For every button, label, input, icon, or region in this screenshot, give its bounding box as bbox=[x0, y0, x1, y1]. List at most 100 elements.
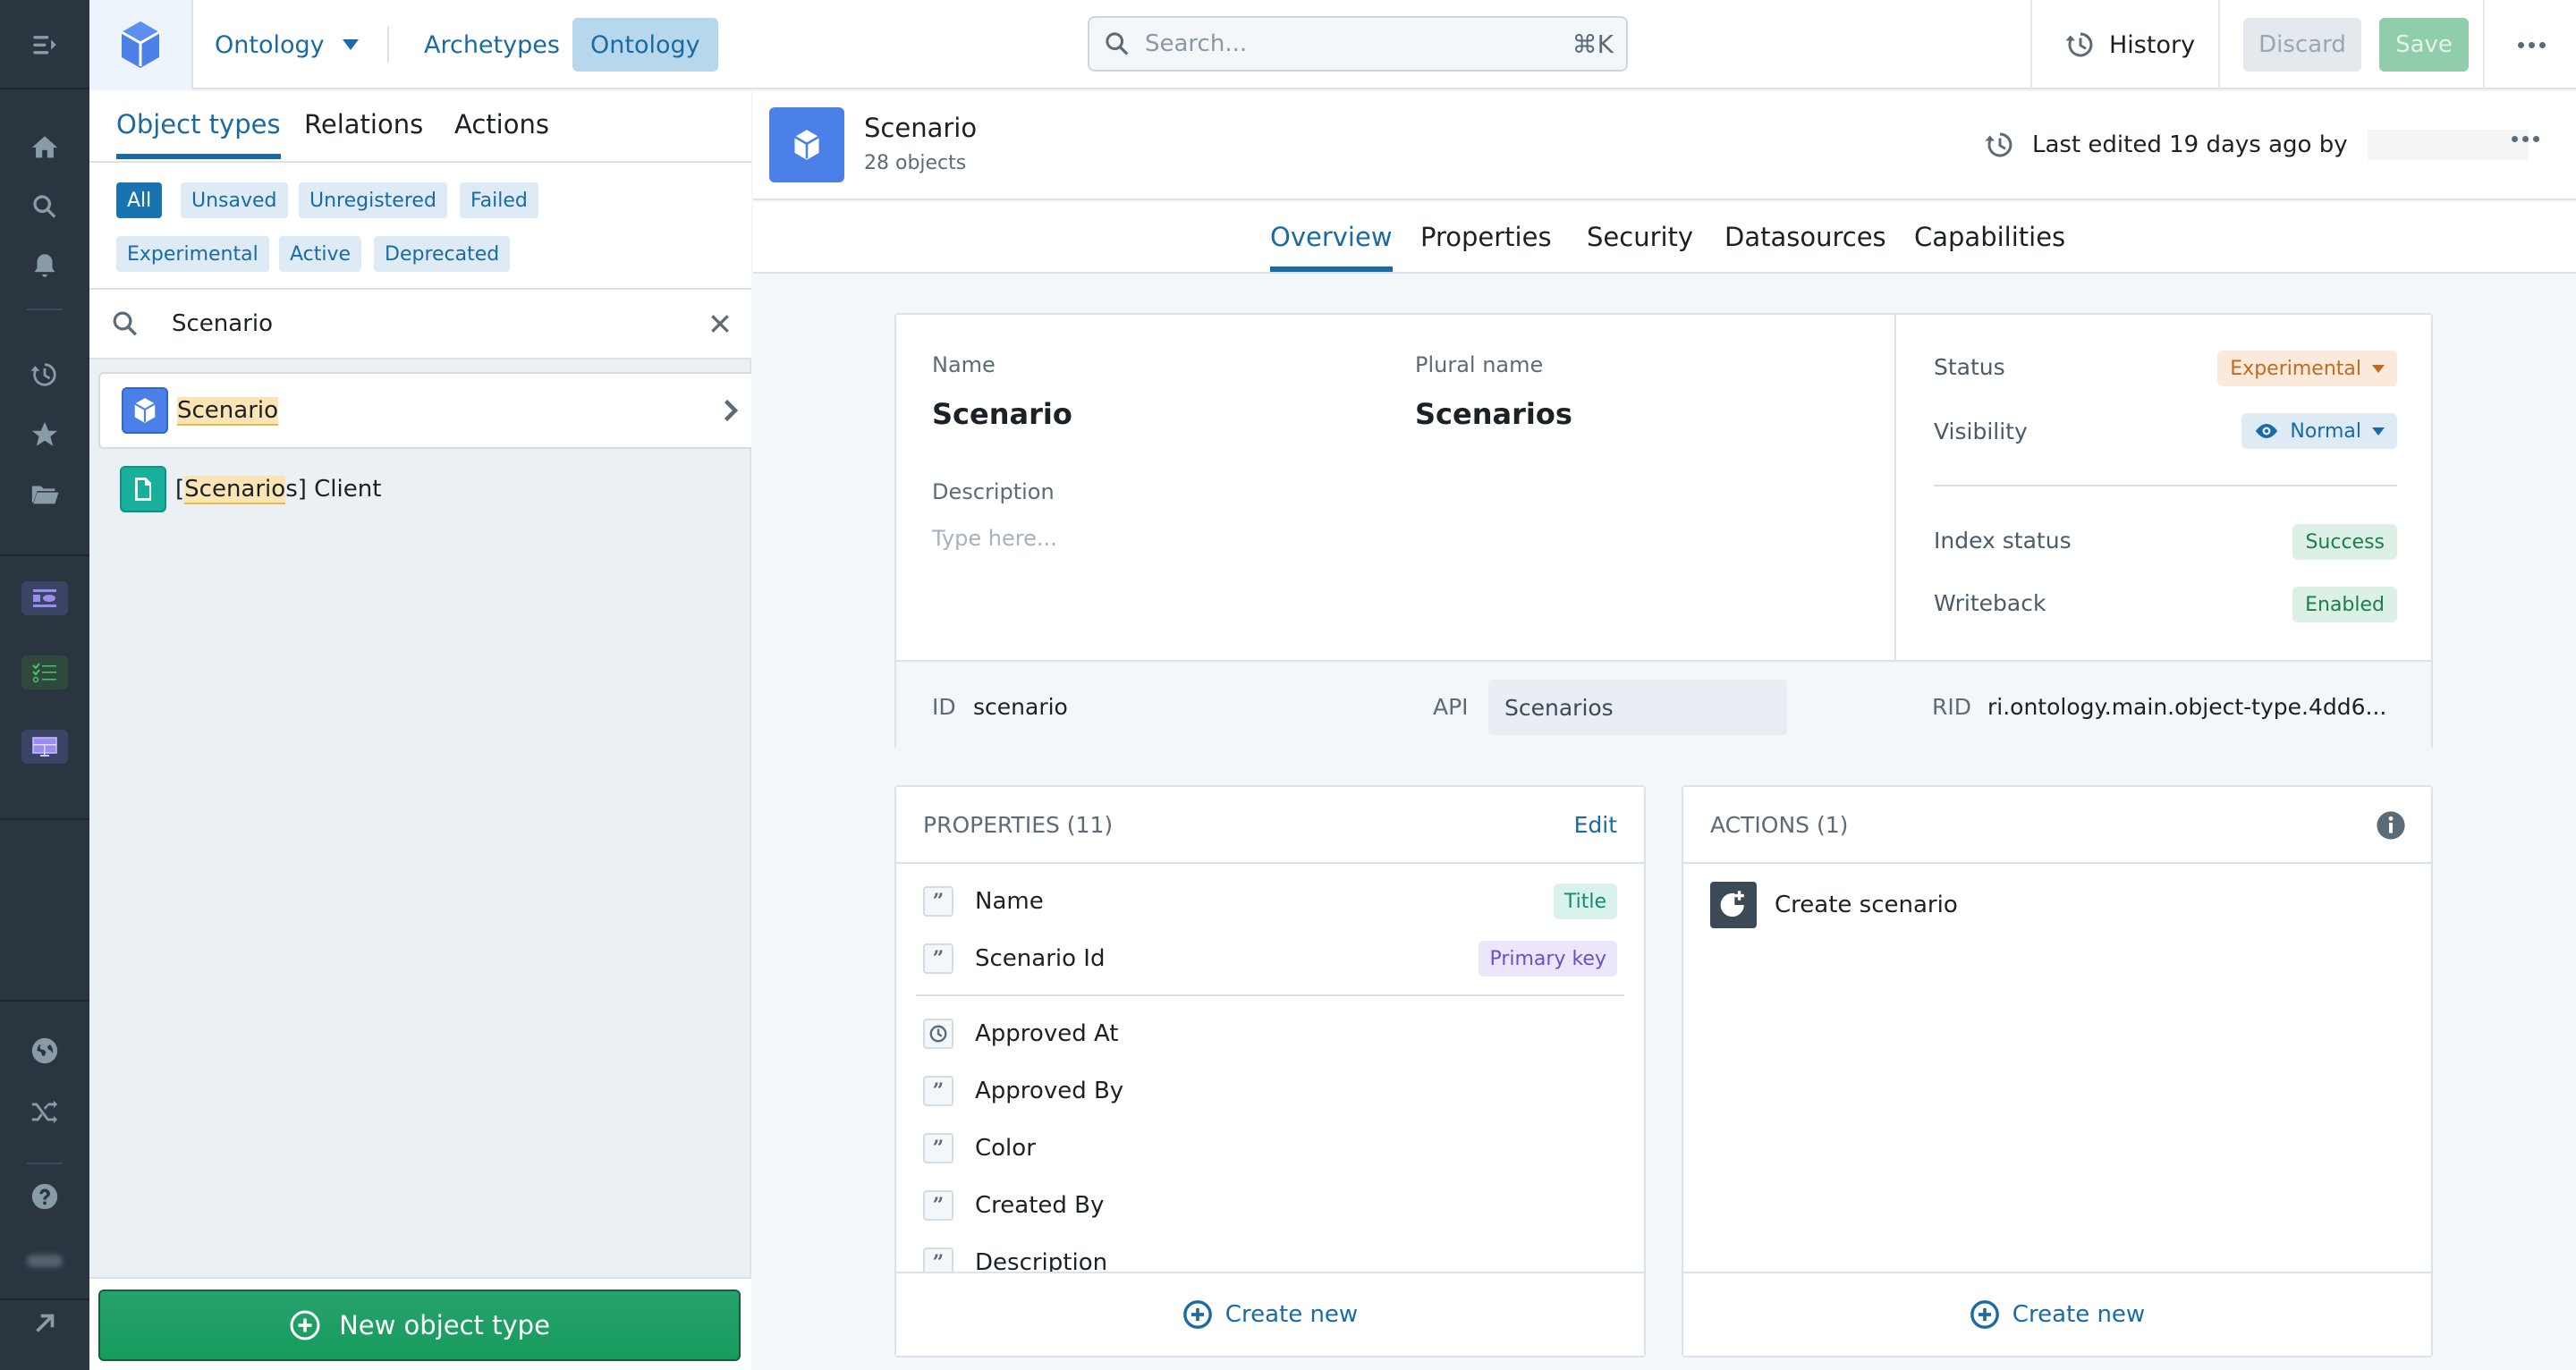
property-row[interactable]: ” Created By bbox=[923, 1177, 1617, 1234]
result-label: Scenario bbox=[177, 397, 279, 426]
app-dashboard-icon[interactable] bbox=[21, 730, 68, 764]
id-value: scenario bbox=[973, 694, 1068, 720]
property-row[interactable]: ” Scenario Id Primary key bbox=[923, 930, 1617, 987]
history-icon bbox=[1985, 132, 2012, 157]
tab-overview[interactable]: Overview bbox=[1270, 222, 1393, 272]
property-row[interactable]: ” Color bbox=[923, 1120, 1617, 1177]
avatar-icon[interactable] bbox=[27, 1243, 63, 1279]
header-more-button[interactable] bbox=[2512, 136, 2539, 142]
actions-title: ACTIONS (1) bbox=[1710, 812, 1849, 838]
object-type-search-input[interactable]: Scenario bbox=[89, 290, 751, 359]
api-label: API bbox=[1433, 694, 1469, 720]
add-circle-icon bbox=[1970, 1300, 1999, 1329]
primary-key-tag: Primary key bbox=[1479, 941, 1617, 977]
global-search-input[interactable]: Search... ⌘K bbox=[1088, 16, 1628, 72]
nav-link-ontology[interactable]: Ontology bbox=[572, 18, 718, 72]
app-checklist-icon[interactable] bbox=[21, 655, 68, 689]
plural-name-label: Plural name bbox=[1415, 352, 1544, 377]
clear-search-icon[interactable] bbox=[708, 312, 732, 335]
action-row[interactable]: Create scenario bbox=[1710, 876, 2404, 934]
eye-icon bbox=[2256, 424, 2278, 438]
rid-value[interactable]: ri.ontology.main.object-type.4dd6... bbox=[1987, 694, 2386, 720]
caret-down-icon bbox=[342, 39, 359, 50]
app-rail bbox=[0, 0, 89, 1370]
filter-active[interactable]: Active bbox=[279, 236, 362, 272]
folder-icon[interactable] bbox=[27, 476, 63, 512]
create-action-button[interactable]: Create new bbox=[1683, 1272, 2431, 1356]
description-label: Description bbox=[932, 479, 1055, 504]
external-link-icon[interactable] bbox=[27, 1306, 63, 1341]
filter-deprecated[interactable]: Deprecated bbox=[374, 236, 511, 272]
tab-datasources[interactable]: Datasources bbox=[1724, 222, 1886, 266]
tab-object-types[interactable]: Object types bbox=[116, 109, 281, 159]
result-item-scenarios-client[interactable]: [Scenarios] Client bbox=[98, 451, 751, 528]
object-types-panel: Object types Relations Actions All Unsav… bbox=[89, 91, 751, 1370]
search-icon bbox=[1106, 32, 1129, 55]
info-icon[interactable] bbox=[2376, 810, 2406, 841]
string-type-icon: ” bbox=[923, 1190, 953, 1221]
status-label: Status bbox=[1934, 354, 2005, 380]
filter-all[interactable]: All bbox=[116, 182, 163, 218]
search-icon[interactable] bbox=[27, 189, 63, 224]
string-type-icon: ” bbox=[923, 943, 953, 974]
document-icon bbox=[120, 466, 166, 512]
properties-title: PROPERTIES (11) bbox=[923, 812, 1114, 838]
favorites-icon[interactable] bbox=[27, 417, 63, 452]
history-icon bbox=[2065, 32, 2093, 57]
name-value[interactable]: Scenario bbox=[932, 397, 1072, 431]
property-row[interactable]: Approved At bbox=[923, 1005, 1617, 1062]
title-tag: Title bbox=[1553, 884, 1617, 919]
more-options-button[interactable] bbox=[2504, 27, 2558, 63]
history-label: History bbox=[2109, 30, 2196, 59]
top-bar: Ontology Archetypes Ontology Search... ⌘… bbox=[89, 0, 2576, 89]
create-property-button[interactable]: Create new bbox=[896, 1272, 1644, 1356]
search-value: Scenario bbox=[172, 310, 274, 337]
filter-unsaved[interactable]: Unsaved bbox=[181, 182, 288, 218]
visibility-dropdown[interactable]: Normal bbox=[2241, 413, 2397, 449]
ontology-logo[interactable] bbox=[89, 0, 193, 89]
tab-actions[interactable]: Actions bbox=[454, 109, 549, 154]
home-icon[interactable] bbox=[27, 130, 63, 165]
description-input[interactable]: Type here... bbox=[932, 526, 1057, 551]
search-shortcut: ⌘K bbox=[1572, 29, 1614, 59]
discard-button[interactable]: Discard bbox=[2243, 18, 2361, 72]
object-count: 28 objects bbox=[864, 152, 967, 174]
recent-icon[interactable] bbox=[27, 357, 63, 393]
object-title: Scenario bbox=[864, 113, 978, 143]
visibility-label: Visibility bbox=[1934, 419, 2028, 444]
tab-properties[interactable]: Properties bbox=[1420, 222, 1552, 266]
help-icon[interactable] bbox=[27, 1179, 63, 1214]
filter-unregistered[interactable]: Unregistered bbox=[299, 182, 447, 218]
plural-name-value[interactable]: Scenarios bbox=[1415, 397, 1572, 431]
filter-failed[interactable]: Failed bbox=[460, 182, 538, 218]
chevron-right-icon bbox=[724, 399, 739, 422]
nav-link-archetypes[interactable]: Archetypes bbox=[406, 18, 578, 72]
app-switcher-dropdown[interactable]: Ontology bbox=[215, 25, 359, 64]
status-dropdown[interactable]: Experimental bbox=[2217, 351, 2397, 386]
filter-experimental[interactable]: Experimental bbox=[116, 236, 269, 272]
timestamp-type-icon bbox=[923, 1019, 953, 1049]
tab-capabilities[interactable]: Capabilities bbox=[1914, 222, 2065, 266]
new-object-type-button[interactable]: New object type bbox=[98, 1290, 741, 1361]
divider bbox=[2030, 0, 2032, 89]
result-item-scenario[interactable]: Scenario bbox=[98, 372, 751, 449]
app-object-explorer-icon[interactable] bbox=[21, 581, 68, 615]
shuffle-icon[interactable] bbox=[27, 1093, 63, 1129]
property-row[interactable]: ” Approved By bbox=[923, 1062, 1617, 1120]
index-status-badge: Success bbox=[2292, 524, 2397, 560]
tab-security[interactable]: Security bbox=[1587, 222, 1693, 266]
notifications-icon[interactable] bbox=[27, 248, 63, 283]
caret-down-icon bbox=[2372, 364, 2385, 373]
menu-expand-icon[interactable] bbox=[27, 27, 63, 63]
property-row[interactable]: ” Name Title bbox=[923, 873, 1617, 930]
edit-properties-link[interactable]: Edit bbox=[1574, 812, 1617, 838]
search-icon bbox=[113, 311, 138, 336]
actions-card: ACTIONS (1) Create scenario Create new bbox=[1682, 785, 2433, 1357]
tab-relations[interactable]: Relations bbox=[304, 109, 423, 154]
history-button[interactable]: History bbox=[2064, 18, 2195, 72]
globe-icon[interactable] bbox=[27, 1033, 63, 1069]
redacted-user bbox=[2367, 130, 2529, 160]
save-button[interactable]: Save bbox=[2379, 18, 2469, 72]
api-name-input[interactable]: Scenarios bbox=[1488, 680, 1787, 735]
result-label: [Scenarios] Client bbox=[175, 476, 382, 504]
